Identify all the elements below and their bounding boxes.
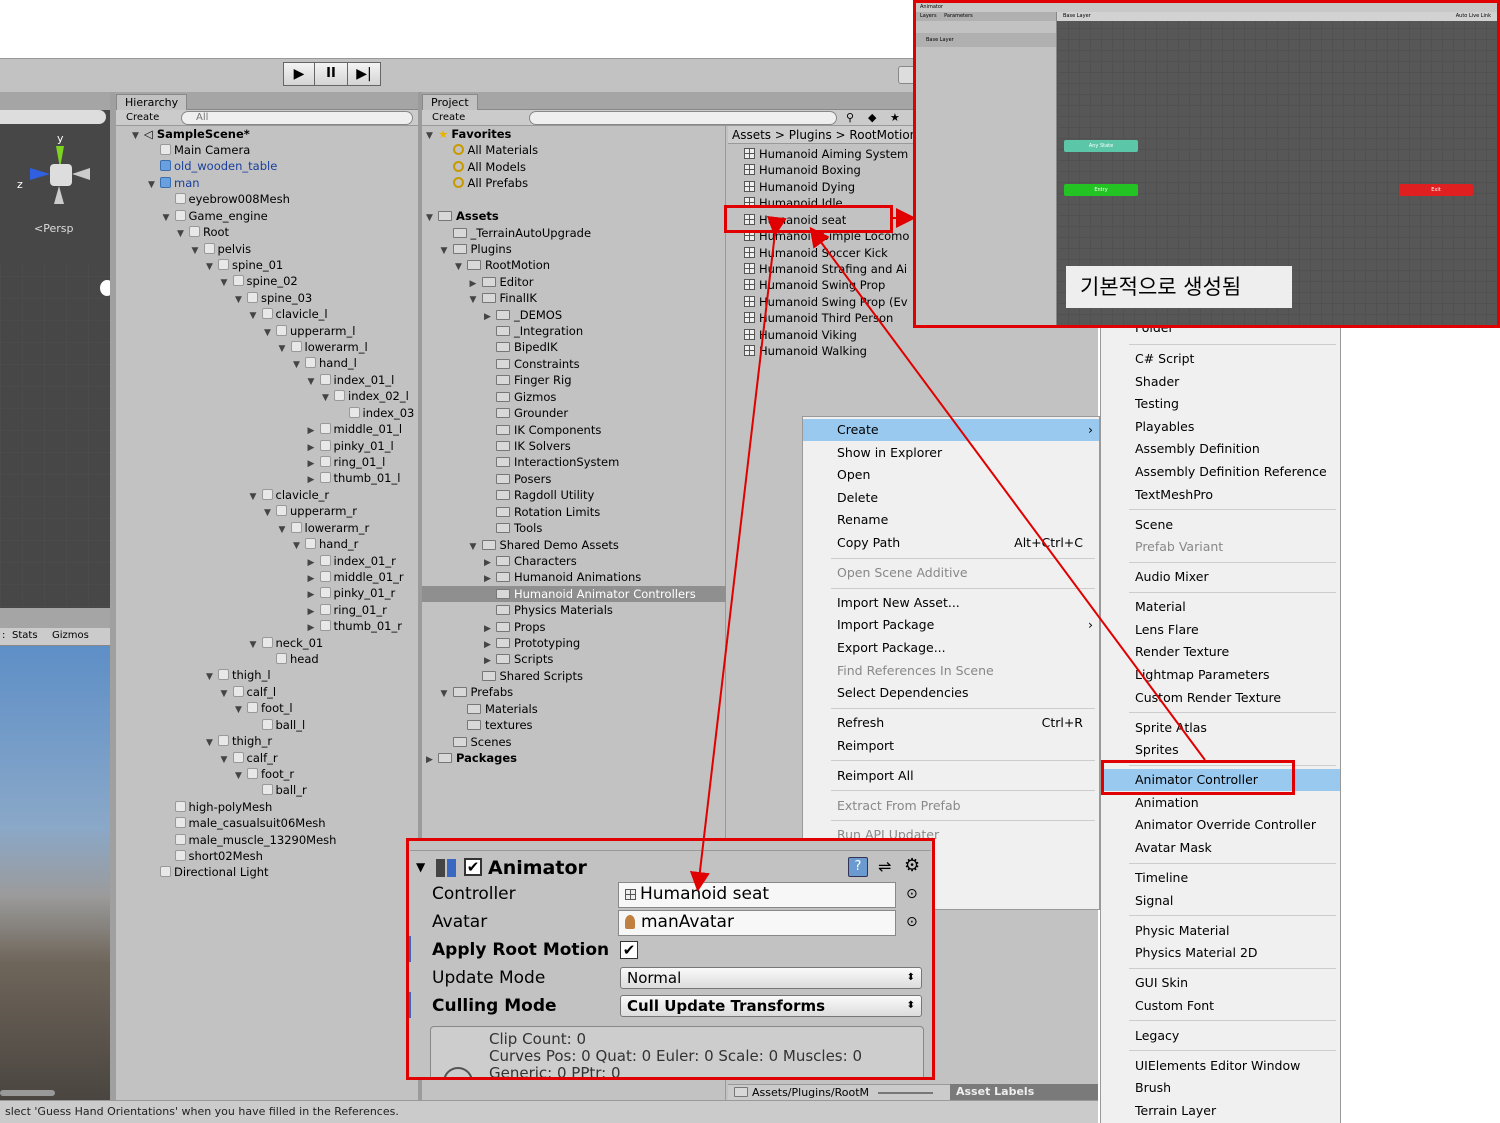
arrow-seat-to-controller <box>689 215 787 892</box>
annotation-arrows <box>689 208 1206 892</box>
arrow-create-to-seat <box>809 226 1206 761</box>
